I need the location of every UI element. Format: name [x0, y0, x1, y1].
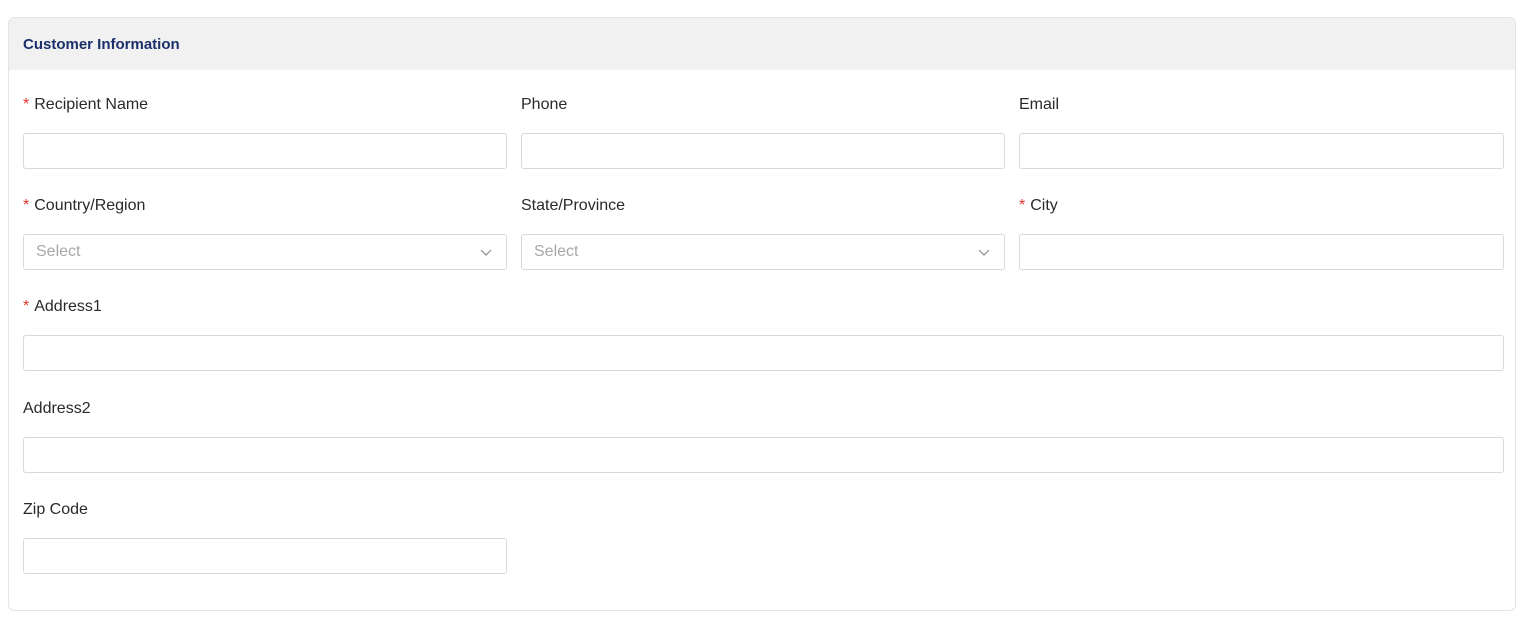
zip-code-label: Zip Code	[23, 501, 88, 518]
country-region-placeholder: Select	[36, 243, 81, 260]
phone-label: Phone	[521, 96, 568, 113]
address1-label: * Address1	[23, 298, 102, 315]
required-marker: *	[23, 197, 30, 214]
state-province-select[interactable]: Select	[521, 234, 1005, 270]
required-marker: *	[23, 96, 30, 113]
recipient-name-input[interactable]	[23, 133, 507, 169]
customer-information-card: Customer Information	[8, 17, 1516, 611]
address2-input[interactable]	[23, 437, 1504, 473]
state-province-label: State/Province	[521, 197, 626, 214]
zip-code-input[interactable]	[23, 538, 507, 574]
section-title: Customer Information	[23, 35, 180, 53]
email-input[interactable]	[1019, 133, 1504, 169]
address1-input[interactable]	[23, 335, 1504, 371]
state-province-placeholder: Select	[534, 243, 579, 260]
city-input[interactable]	[1019, 234, 1504, 270]
recipient-name-label: * Recipient Name	[23, 96, 149, 113]
city-label: * City	[1019, 197, 1058, 214]
required-marker: *	[23, 298, 30, 315]
chevron-down-icon	[978, 249, 990, 256]
required-marker: *	[1019, 197, 1026, 214]
country-region-label: * Country/Region	[23, 197, 146, 214]
chevron-down-icon	[480, 249, 492, 256]
country-region-select[interactable]: Select	[23, 234, 507, 270]
address2-label: Address2	[23, 400, 91, 417]
phone-input[interactable]	[521, 133, 1005, 169]
email-label: Email	[1019, 96, 1060, 113]
card-header: Customer Information	[9, 18, 1515, 70]
